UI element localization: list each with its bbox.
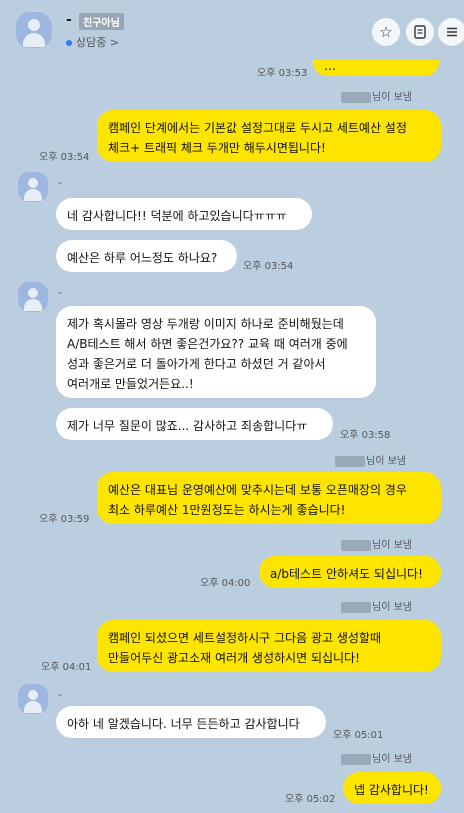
redacted-name [341, 601, 371, 613]
message-text: 캠페인 되셨으면 세트설정하시구 그다음 광고 생성할때 만들어두신 광고소재 … [108, 631, 381, 665]
message-bubble-mine[interactable]: 캠페인 단계에서는 기본값 설정그대로 두시고 세트예산 설정 체크+ 트래픽 … [97, 110, 441, 162]
sender-label: 님이 보냄 [341, 750, 412, 765]
message-time: 오후 03:54 [243, 261, 294, 272]
message-time: 오후 04:01 [41, 662, 92, 673]
star-button[interactable]: ☆ [372, 18, 400, 46]
message-time: 오후 05:02 [285, 794, 336, 805]
consult-status[interactable]: 상담중 > [66, 34, 119, 50]
message-bubble-other[interactable]: 네 감사합니다!! 덕분에 하고있습니다ㅠㅠㅠ [56, 198, 312, 230]
redacted-name [341, 91, 371, 103]
status-dot-icon [66, 40, 72, 46]
chat-scrollbar[interactable] [460, 60, 464, 813]
message-text: 넵 감사합니다! [354, 783, 429, 797]
sender-label: 님이 보냄 [341, 536, 412, 551]
message-text: 예산은 대표님 운영예산에 맞추시는데 보통 오픈매장의 경우 최소 하루예산 … [108, 483, 407, 517]
message-text: 제가 혹시몰라 영상 두개랑 이미지 하나로 준비해뒀는데 A/B테스트 해서 … [67, 317, 348, 391]
message-time: 오후 04:00 [200, 578, 251, 589]
message-bubble-other[interactable]: 제가 혹시몰라 영상 두개랑 이미지 하나로 준비해뒀는데 A/B테스트 해서 … [56, 306, 376, 398]
not-friend-badge: 친구아님 [79, 13, 124, 30]
redacted-name [335, 455, 365, 467]
message-time: 오후 03:59 [39, 514, 90, 525]
menu-button[interactable] [438, 18, 464, 46]
chat-title: - [66, 12, 72, 28]
message-bubble-other[interactable]: 예산은 하루 어느정도 하나요? [56, 240, 237, 272]
message-bubble-mine[interactable]: 예산은 대표님 운영예산에 맞추시는데 보통 오픈매장의 경우 최소 하루예산 … [97, 472, 441, 524]
message-time: 오후 05:01 [333, 730, 384, 741]
message-bubble-other[interactable]: 아하 네 알겠습니다. 너무 든든하고 감사합니다 [56, 706, 326, 738]
redacted-name [341, 753, 371, 765]
sender-name: - [58, 176, 62, 189]
sender-label: 님이 보냄 [341, 88, 412, 103]
message-bubble-other[interactable]: 제가 너무 질문이 많죠... 감사하고 죄송합니다ㅠ [56, 408, 333, 440]
notes-button[interactable] [406, 18, 434, 46]
message-text: … [324, 59, 336, 73]
status-label: 상담중 [76, 36, 107, 49]
profile-avatar[interactable] [18, 172, 48, 202]
message-time: 오후 03:58 [340, 430, 391, 441]
sender-name: - [58, 286, 62, 299]
message-time: 오후 03:54 [39, 152, 90, 163]
sender-label: 님이 보냄 [335, 452, 406, 467]
message-bubble-mine[interactable]: 넵 감사합니다! [343, 772, 441, 804]
chevron-right-icon: > [109, 36, 120, 49]
message-text: a/b테스트 안하셔도 되십니다! [270, 567, 423, 581]
profile-avatar[interactable] [16, 12, 52, 48]
chat-header: - 친구아님 상담중 > ☆ [0, 0, 464, 60]
redacted-name [341, 539, 371, 551]
star-icon: ☆ [379, 22, 393, 41]
profile-avatar[interactable] [18, 684, 48, 714]
message-text: 네 감사합니다!! 덕분에 하고있습니다ㅠㅠㅠ [67, 209, 287, 223]
document-icon [414, 25, 426, 39]
message-text: 제가 너무 질문이 많죠... 감사하고 죄송합니다ㅠ [67, 419, 308, 433]
message-text: 아하 네 알겠습니다. 너무 든든하고 감사합니다 [67, 717, 300, 731]
message-text: 예산은 하루 어느정도 하나요? [67, 251, 218, 265]
sender-label: 님이 보냄 [341, 598, 412, 613]
message-text: 캠페인 단계에서는 기본값 설정그대로 두시고 세트예산 설정 체크+ 트래픽 … [108, 121, 407, 155]
profile-avatar[interactable] [18, 282, 48, 312]
message-time: 오후 03:53 [257, 68, 308, 79]
message-bubble-mine[interactable]: 캠페인 되셨으면 세트설정하시구 그다음 광고 생성할때 만들어두신 광고소재 … [97, 620, 441, 672]
hamburger-icon [447, 27, 457, 37]
sender-name: - [58, 688, 62, 701]
message-bubble-mine[interactable]: a/b테스트 안하셔도 되십니다! [259, 556, 441, 588]
